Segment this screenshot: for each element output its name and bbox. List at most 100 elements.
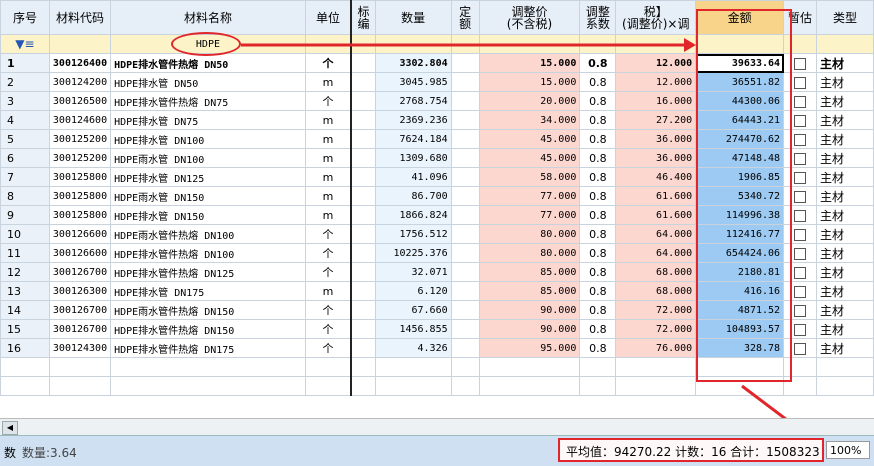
material-code-cell[interactable]: 300125800 — [48, 167, 112, 187]
adjusted-price-cell[interactable]: 90.000 — [478, 319, 581, 339]
amount-cell[interactable]: 2180.81 — [695, 262, 785, 282]
filter-cell-col-amount[interactable] — [695, 34, 785, 54]
table-row[interactable]: 14 300126700 HDPE雨水管件热熔 DN150 个 67.660 90.000… — [0, 300, 874, 320]
quantity-cell[interactable]: 32.071 — [374, 262, 452, 282]
adjusted-price-cell[interactable]: 85.000 — [478, 262, 581, 282]
material-code-cell[interactable]: 300125200 — [48, 129, 112, 149]
table-row[interactable]: 8 300125800 HDPE雨水管 DN150 m 86.700 77.000 0.8 6… — [0, 186, 874, 206]
std-cell-cell[interactable] — [350, 129, 376, 149]
material-type-cell[interactable]: 主材 — [816, 53, 874, 73]
row-number-cell[interactable]: 3 — [0, 91, 50, 111]
std-cell-cell[interactable] — [350, 262, 376, 282]
provisional-checkbox-cell[interactable] — [783, 167, 817, 187]
adjusted-price-cell[interactable]: 90.000 — [478, 300, 581, 320]
adjust-coefficient-cell[interactable]: 0.8 — [579, 110, 617, 130]
material-name-cell[interactable]: HDPE排水管 DN50 — [110, 72, 306, 92]
provisional-checkbox-cell[interactable] — [783, 53, 817, 73]
col-type-header[interactable]: 类型 — [816, 0, 874, 35]
material-name-cell[interactable]: HDPE雨水管 DN100 — [110, 148, 306, 168]
tax-price-cell[interactable]: 12.000 — [615, 72, 697, 92]
material-name-cell[interactable]: HDPE雨水管 DN150 — [110, 186, 306, 206]
provisional-checkbox-cell[interactable] — [783, 148, 817, 168]
amount-cell[interactable]: 47148.48 — [695, 148, 785, 168]
filter-cell-col-type[interactable] — [816, 34, 874, 54]
material-code-cell[interactable]: 300125800 — [48, 186, 112, 206]
col-taxprice-header[interactable]: 税】 (调整价)×调 — [615, 0, 697, 35]
row-number-cell[interactable]: 8 — [0, 186, 50, 206]
table-row[interactable]: 9 300125800 HDPE排水管 DN150 m 1866.824 77.000 0.… — [0, 205, 874, 225]
filter-cell-col-provisional[interactable] — [783, 34, 817, 54]
quota-cell-cell[interactable] — [450, 167, 480, 187]
adjust-coefficient-cell[interactable]: 0.8 — [579, 186, 617, 206]
amount-cell[interactable]: 1906.85 — [695, 167, 785, 187]
adjust-coefficient-cell[interactable]: 0.8 — [579, 243, 617, 263]
tax-price-cell[interactable]: 61.600 — [615, 205, 697, 225]
tax-price-cell[interactable]: 72.000 — [615, 300, 697, 320]
tax-price-cell[interactable]: 36.000 — [615, 148, 697, 168]
material-type-cell[interactable]: 主材 — [816, 129, 874, 149]
adjust-coefficient-cell[interactable]: 0.8 — [579, 262, 617, 282]
row-number-cell[interactable]: 13 — [0, 281, 50, 301]
adjusted-price-cell[interactable]: 45.000 — [478, 129, 581, 149]
adjust-coefficient-cell[interactable]: 0.8 — [579, 53, 617, 73]
material-type-cell[interactable]: 主材 — [816, 110, 874, 130]
checkbox-icon[interactable] — [794, 114, 807, 127]
material-name-cell[interactable]: HDPE排水管件热熔 DN150 — [110, 319, 306, 339]
material-type-cell[interactable]: 主材 — [816, 72, 874, 92]
material-name-cell[interactable]: HDPE排水管 DN150 — [110, 205, 306, 225]
tax-price-cell[interactable]: 27.200 — [615, 110, 697, 130]
tax-price-cell[interactable]: 68.000 — [615, 281, 697, 301]
table-row[interactable]: 4 300124600 HDPE排水管 DN75 m 2369.236 34.000 0.8… — [0, 110, 874, 130]
adjust-coefficient-cell[interactable]: 0.8 — [579, 338, 617, 358]
provisional-checkbox-cell[interactable] — [783, 338, 817, 358]
std-cell-cell[interactable] — [350, 110, 376, 130]
quantity-cell[interactable]: 67.660 — [374, 300, 452, 320]
unit-cell[interactable]: m — [304, 129, 353, 149]
provisional-checkbox-cell[interactable] — [783, 243, 817, 263]
horizontal-scrollbar[interactable]: ◀ — [0, 418, 874, 436]
col-provisional-header[interactable]: 暂估 — [783, 0, 817, 35]
unit-cell[interactable]: 个 — [304, 53, 353, 73]
unit-cell[interactable]: 个 — [304, 91, 353, 111]
scroll-left-icon[interactable]: ◀ — [2, 421, 18, 435]
quota-cell-cell[interactable] — [450, 148, 480, 168]
quantity-cell[interactable]: 41.096 — [374, 167, 452, 187]
material-code-cell[interactable]: 300124200 — [48, 72, 112, 92]
col-index-header[interactable]: 序号 — [0, 0, 50, 35]
unit-cell[interactable]: m — [304, 205, 353, 225]
material-name-cell[interactable]: HDPE排水管 DN75 — [110, 110, 306, 130]
quota-cell-cell[interactable] — [450, 186, 480, 206]
std-cell-cell[interactable] — [350, 167, 376, 187]
std-cell-cell[interactable] — [350, 243, 376, 263]
quota-cell-cell[interactable] — [450, 319, 480, 339]
adjusted-price-cell[interactable]: 77.000 — [478, 186, 581, 206]
provisional-checkbox-cell[interactable] — [783, 300, 817, 320]
tax-price-cell[interactable]: 76.000 — [615, 338, 697, 358]
col-quota-header[interactable]: 定额 — [450, 0, 480, 35]
amount-cell[interactable]: 654424.06 — [695, 243, 785, 263]
material-type-cell[interactable]: 主材 — [816, 186, 874, 206]
amount-cell[interactable]: 4871.52 — [695, 300, 785, 320]
std-cell-cell[interactable] — [350, 91, 376, 111]
quota-cell-cell[interactable] — [450, 110, 480, 130]
quota-cell-cell[interactable] — [450, 53, 480, 73]
tax-price-cell[interactable]: 16.000 — [615, 91, 697, 111]
material-type-cell[interactable]: 主材 — [816, 91, 874, 111]
material-code-cell[interactable]: 300126600 — [48, 243, 112, 263]
adjusted-price-cell[interactable]: 20.000 — [478, 91, 581, 111]
unit-cell[interactable]: m — [304, 148, 353, 168]
unit-cell[interactable]: 个 — [304, 300, 353, 320]
quota-cell-cell[interactable] — [450, 281, 480, 301]
filter-cell-col-coef[interactable] — [579, 34, 617, 54]
row-number-cell[interactable]: 10 — [0, 224, 50, 244]
tax-price-cell[interactable]: 46.400 — [615, 167, 697, 187]
quota-cell-cell[interactable] — [450, 300, 480, 320]
unit-cell[interactable]: m — [304, 72, 353, 92]
checkbox-icon[interactable] — [794, 190, 807, 203]
material-type-cell[interactable]: 主材 — [816, 281, 874, 301]
material-type-cell[interactable]: 主材 — [816, 319, 874, 339]
table-row[interactable]: 10 300126600 HDPE雨水管件热熔 DN100 个 1756.512 80.0… — [0, 224, 874, 244]
material-name-cell[interactable]: HDPE排水管 DN125 — [110, 167, 306, 187]
adjust-coefficient-cell[interactable]: 0.8 — [579, 281, 617, 301]
material-type-cell[interactable]: 主材 — [816, 167, 874, 187]
